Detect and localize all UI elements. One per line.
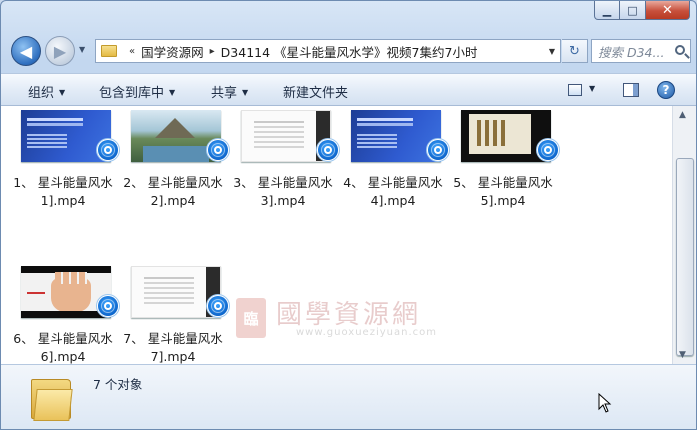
- address-dropdown-icon[interactable]: ▼: [544, 47, 560, 56]
- close-button[interactable]: ✕: [646, 1, 690, 20]
- file-name: 5、 星斗能量风水 5].mp4: [453, 175, 553, 208]
- file-item[interactable]: 2、 星斗能量风水 2].mp4: [117, 110, 230, 250]
- file-item[interactable]: 5、 星斗能量风水 5].mp4: [447, 110, 560, 250]
- breadcrumb-separator[interactable]: ▸: [210, 46, 215, 57]
- command-bar: 组织 ▼ 包含到库中 ▼ 共享 ▼ 新建文件夹 ▼ ?: [1, 73, 696, 106]
- file-name: 2、 星斗能量风水 2].mp4: [123, 175, 223, 208]
- forward-button[interactable]: ▶: [45, 36, 75, 66]
- breadcrumb-root[interactable]: 国学资源网: [141, 42, 204, 61]
- back-button[interactable]: ◀: [11, 36, 41, 66]
- scroll-down-icon[interactable]: ▼: [679, 350, 686, 360]
- search-icon: [675, 45, 685, 55]
- address-overflow[interactable]: «: [129, 46, 135, 57]
- recent-pages-dropdown[interactable]: ▼: [79, 45, 85, 54]
- file-list: 1、 星斗能量风水 1].mp4 2、 星斗能量风水 2].mp4 3、 星斗能量风…: [1, 106, 672, 364]
- explorer-window: ▁ □ ✕ ◀ ▶ ▼ « 国学资源网 ▸ D34114 《星斗能量风水学》视频…: [0, 0, 697, 430]
- file-name: 6、 星斗能量风水 6].mp4: [13, 331, 113, 364]
- watermark-seal: 臨: [236, 298, 266, 338]
- file-name: 4、 星斗能量风水 4].mp4: [343, 175, 443, 208]
- file-item[interactable]: 6、 星斗能量风水 6].mp4: [7, 266, 120, 364]
- file-name: 1、 星斗能量风水 1].mp4: [13, 175, 113, 208]
- file-item[interactable]: 4、 星斗能量风水 4].mp4: [337, 110, 450, 250]
- scroll-up-icon[interactable]: ▲: [679, 110, 686, 120]
- address-bar[interactable]: « 国学资源网 ▸ D34114 《星斗能量风水学》视频7集约7小时 ▼: [95, 39, 561, 63]
- scrollbar-thumb[interactable]: [676, 158, 694, 356]
- minimize-button[interactable]: ▁: [594, 1, 620, 20]
- file-item[interactable]: 1、 星斗能量风水 1].mp4: [7, 110, 120, 250]
- video-player-icon: [206, 294, 230, 318]
- navigation-bar: ◀ ▶ ▼ « 国学资源网 ▸ D34114 《星斗能量风水学》视频7集约7小时…: [9, 35, 691, 66]
- file-name: 3、 星斗能量风水 3].mp4: [233, 175, 333, 208]
- folder-icon: [31, 375, 73, 421]
- file-item[interactable]: 3、 星斗能量风水 3].mp4: [227, 110, 340, 250]
- new-folder-button[interactable]: 新建文件夹: [283, 82, 348, 101]
- organize-menu[interactable]: 组织 ▼: [28, 82, 65, 101]
- share-menu[interactable]: 共享 ▼: [211, 82, 248, 101]
- folder-icon: [101, 45, 117, 57]
- file-name: 7、 星斗能量风水 7].mp4: [123, 331, 223, 364]
- refresh-button[interactable]: ↻: [562, 39, 588, 63]
- preview-pane-icon: [623, 83, 639, 97]
- watermark-url: www.guoxueziyuan.com: [296, 327, 437, 338]
- back-arrow-icon: ◀: [19, 41, 33, 61]
- change-view-button[interactable]: [565, 81, 585, 99]
- breadcrumb-current[interactable]: D34114 《星斗能量风水学》视频7集约7小时: [221, 42, 478, 61]
- file-item[interactable]: 7、 星斗能量风水 7].mp4: [117, 266, 230, 364]
- include-in-library-menu[interactable]: 包含到库中 ▼: [99, 82, 175, 101]
- item-count: 7 个对象: [93, 377, 143, 392]
- help-button[interactable]: ?: [656, 81, 676, 99]
- vertical-scrollbar[interactable]: ▲ ▼: [672, 106, 696, 364]
- search-input[interactable]: 搜索 D34...: [591, 39, 691, 63]
- views-icon: [568, 84, 582, 96]
- video-player-icon: [536, 138, 560, 162]
- maximize-button[interactable]: □: [620, 1, 646, 20]
- details-pane: 7 个对象: [1, 364, 696, 429]
- watermark-title: 國學資源網: [276, 300, 422, 330]
- watermark: 臨 國學資源網 www.guoxueziyuan.com: [236, 294, 466, 346]
- forward-arrow-icon: ▶: [53, 41, 67, 61]
- preview-pane-button[interactable]: [621, 81, 641, 99]
- help-icon: ?: [657, 81, 675, 99]
- caption-buttons: ▁ □ ✕: [594, 1, 690, 20]
- view-options-dropdown[interactable]: ▼: [589, 84, 595, 93]
- refresh-icon: ↻: [569, 43, 580, 59]
- search-placeholder: 搜索 D34...: [598, 44, 665, 60]
